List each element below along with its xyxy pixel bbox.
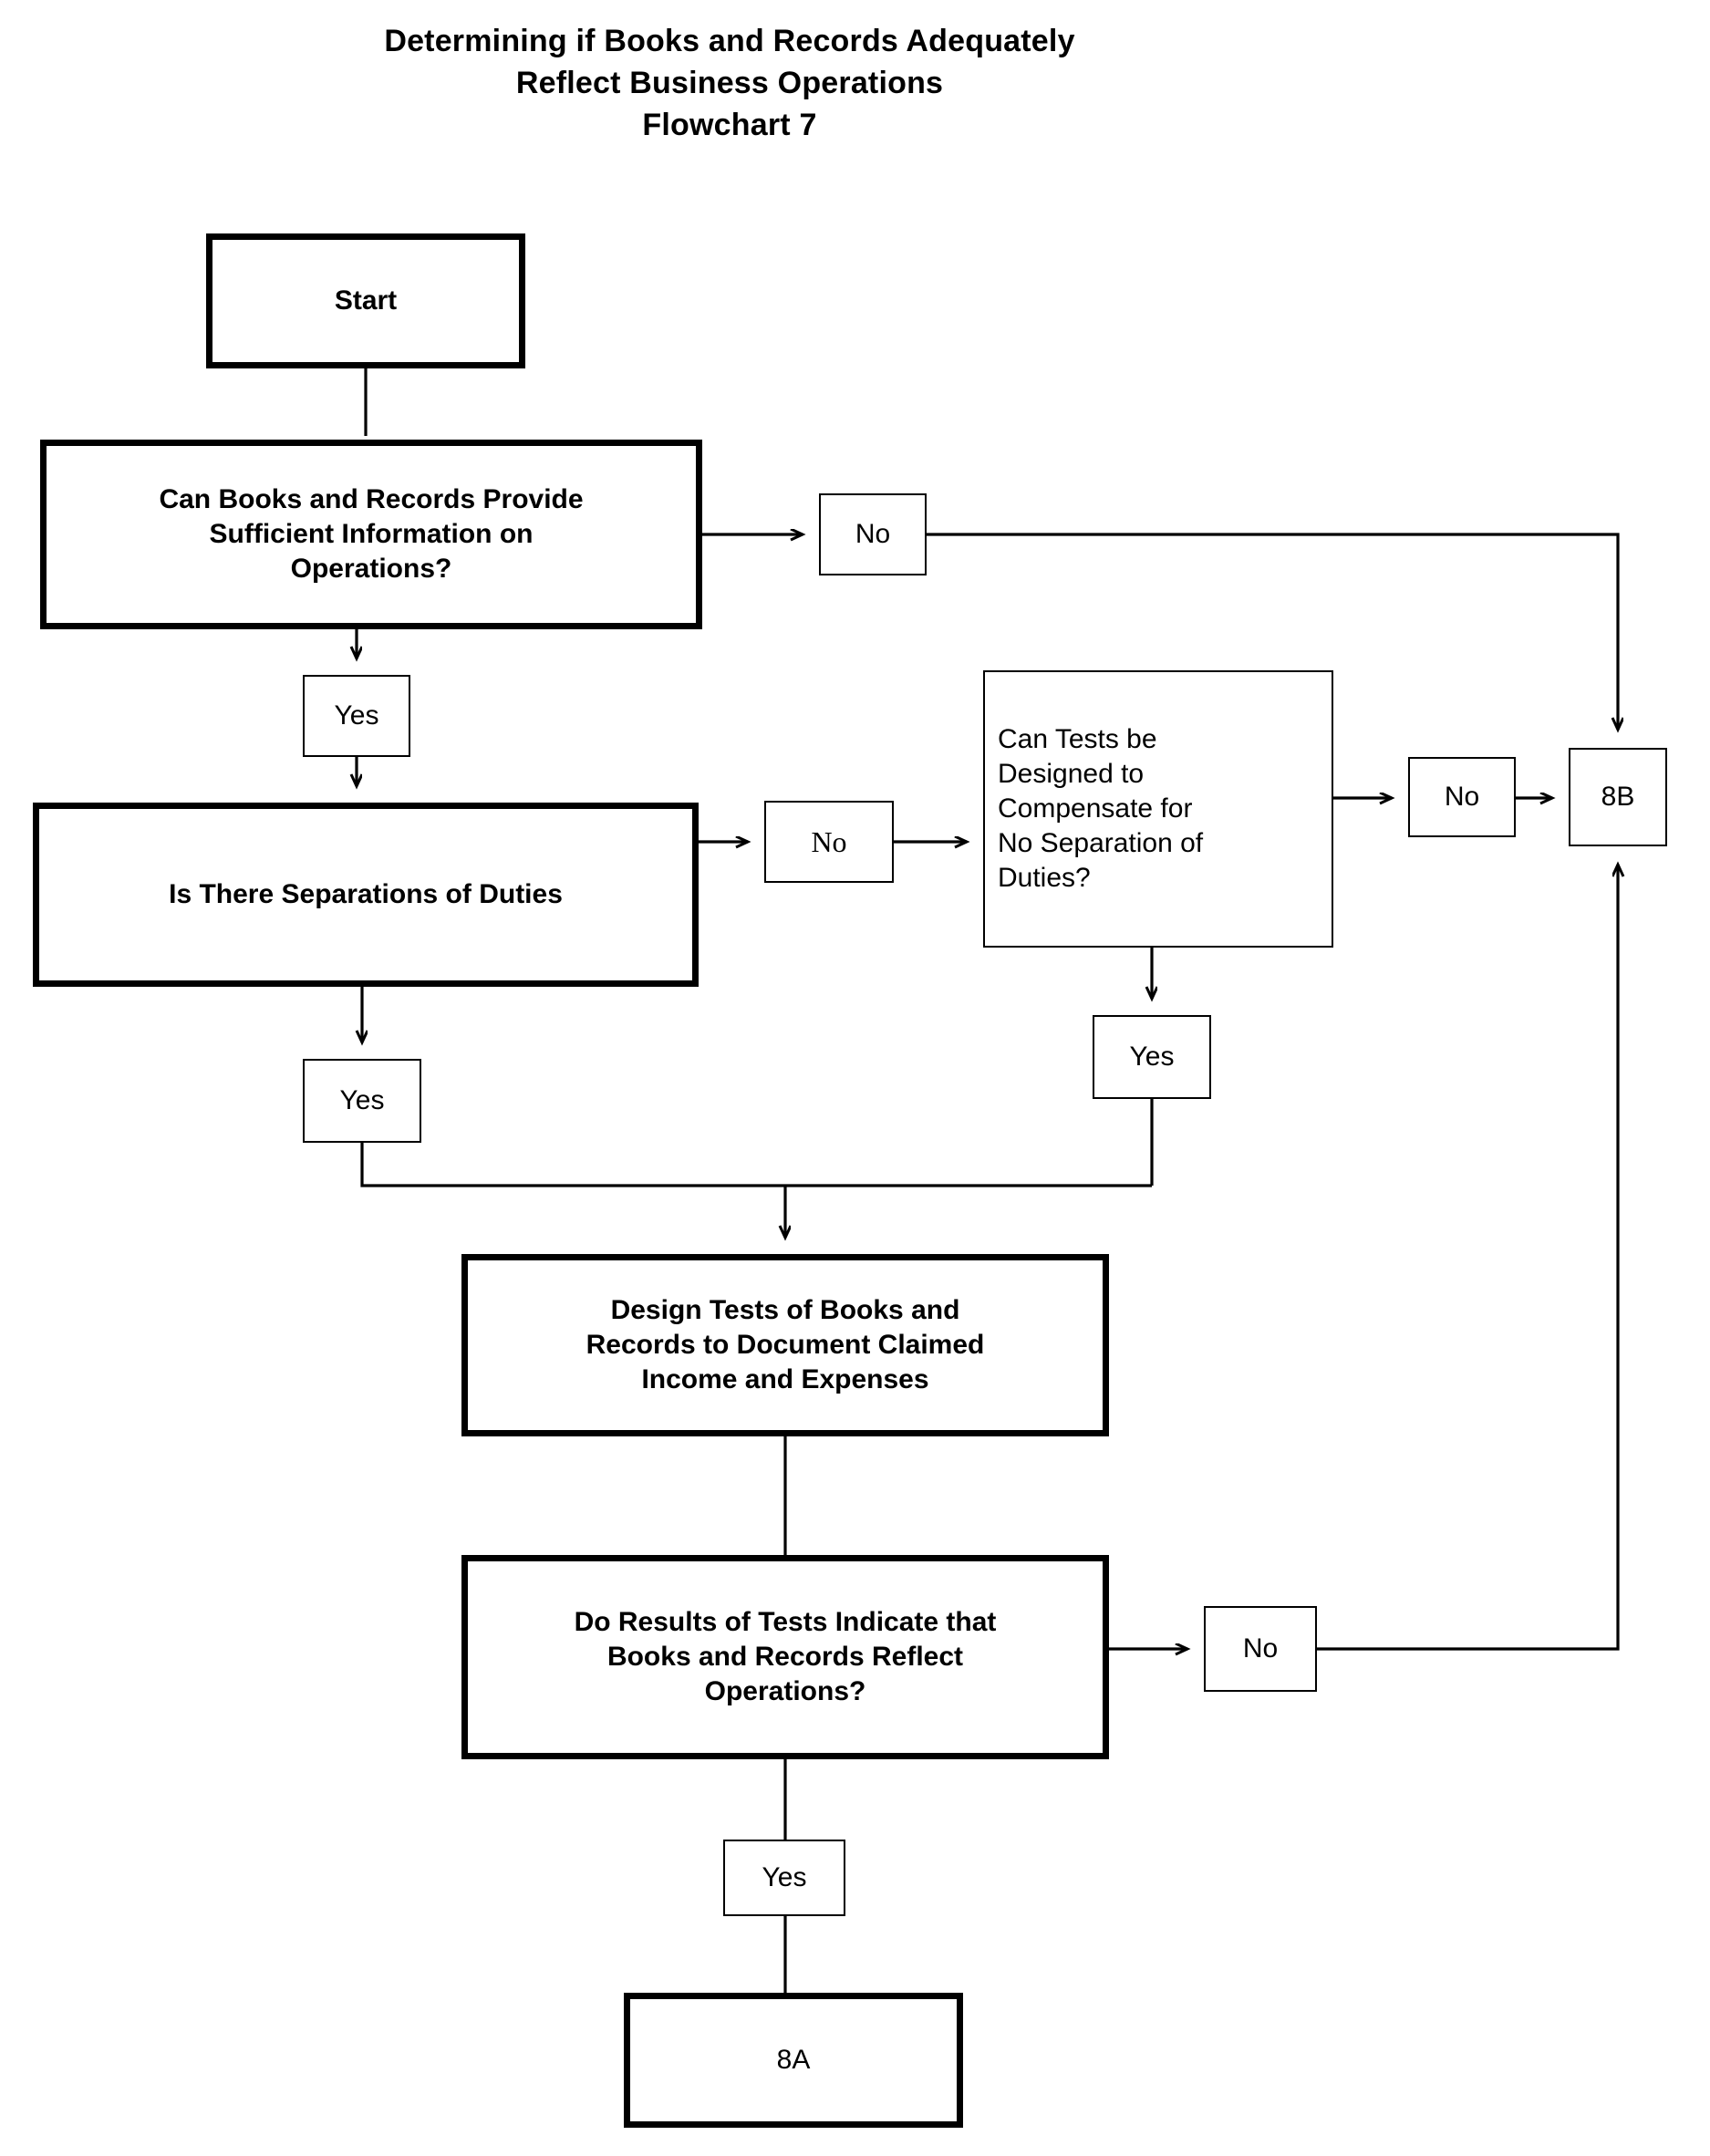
connector-q1-no[interactable]: No (819, 493, 927, 575)
node-q3-label: Can Tests be Designed to Compensate for … (998, 724, 1204, 893)
connector-q3-yes[interactable]: Yes (1093, 1015, 1211, 1099)
connector-q1-yes[interactable]: Yes (303, 675, 410, 757)
connector-q3-yes-label: Yes (1129, 1042, 1175, 1072)
node-q1-label: Can Books and Records Provide Sufficient… (159, 484, 584, 584)
edge-q4no-to-8b (1317, 865, 1618, 1651)
connector-q2-no-label: No (811, 825, 847, 858)
node-q4-label: Do Results of Tests Indicate that Books … (574, 1607, 997, 1706)
node-design-tests-label: Design Tests of Books and Records to Doc… (586, 1295, 985, 1394)
connector-q1-yes-label: Yes (334, 700, 379, 731)
node-start[interactable]: Start (206, 233, 525, 368)
node-reference-8a[interactable]: 8A (624, 1993, 963, 2128)
node-reference-8a-label: 8A (776, 2045, 811, 2075)
node-start-label: Start (334, 285, 398, 316)
node-is-there-separations-of-duties[interactable]: Is There Separations of Duties (33, 803, 699, 987)
connector-q2-yes[interactable]: Yes (303, 1059, 421, 1143)
node-reference-8b[interactable]: 8B (1569, 748, 1667, 846)
connector-q2-no[interactable]: No (764, 801, 894, 883)
node-design-tests-of-books-and-records[interactable]: Design Tests of Books and Records to Doc… (461, 1254, 1109, 1436)
connector-q4-yes[interactable]: Yes (723, 1840, 845, 1916)
connector-q4-no-label: No (1242, 1633, 1279, 1664)
connector-q4-yes-label: Yes (762, 1862, 807, 1892)
flowchart-canvas: Determining if Books and Records Adequat… (0, 0, 1710, 2156)
connector-q1-no-label: No (855, 519, 891, 549)
connector-q4-no[interactable]: No (1204, 1606, 1317, 1692)
node-do-results-of-tests-indicate[interactable]: Do Results of Tests Indicate that Books … (461, 1555, 1109, 1759)
node-reference-8b-label: 8B (1601, 782, 1635, 812)
node-can-books-and-records-provide-sufficient-information[interactable]: Can Books and Records Provide Sufficient… (40, 440, 702, 629)
connector-q2-yes-label: Yes (339, 1085, 385, 1115)
node-can-tests-be-designed-to-compensate[interactable]: Can Tests be Designed to Compensate for … (983, 670, 1333, 948)
node-q2-label: Is There Separations of Duties (169, 879, 563, 909)
edge-left-yes-to-bus (360, 1143, 1152, 1187)
connector-q3-no[interactable]: No (1408, 757, 1516, 837)
connector-q3-no-label: No (1444, 782, 1480, 812)
